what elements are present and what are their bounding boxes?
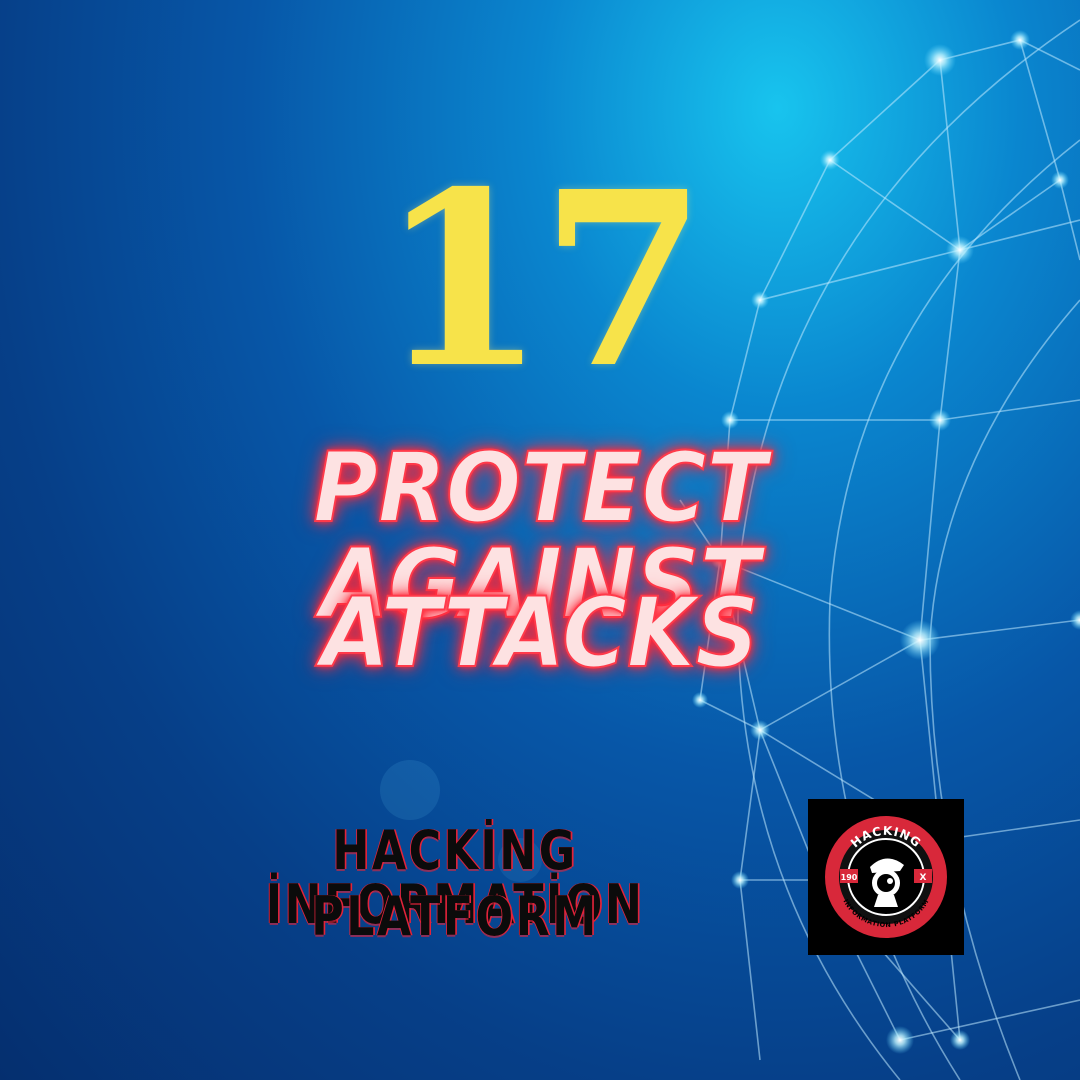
brand-name-line-2: PLATFORM: [311, 885, 599, 948]
headline-line-2: ATTACKS: [320, 577, 760, 689]
brand-logo: HACKING INFORMATION PLATFORM 190 X: [808, 799, 964, 955]
logo-left-badge: 190: [841, 873, 858, 882]
logo-right-badge: X: [920, 873, 927, 883]
tip-number: 17: [379, 139, 707, 421]
